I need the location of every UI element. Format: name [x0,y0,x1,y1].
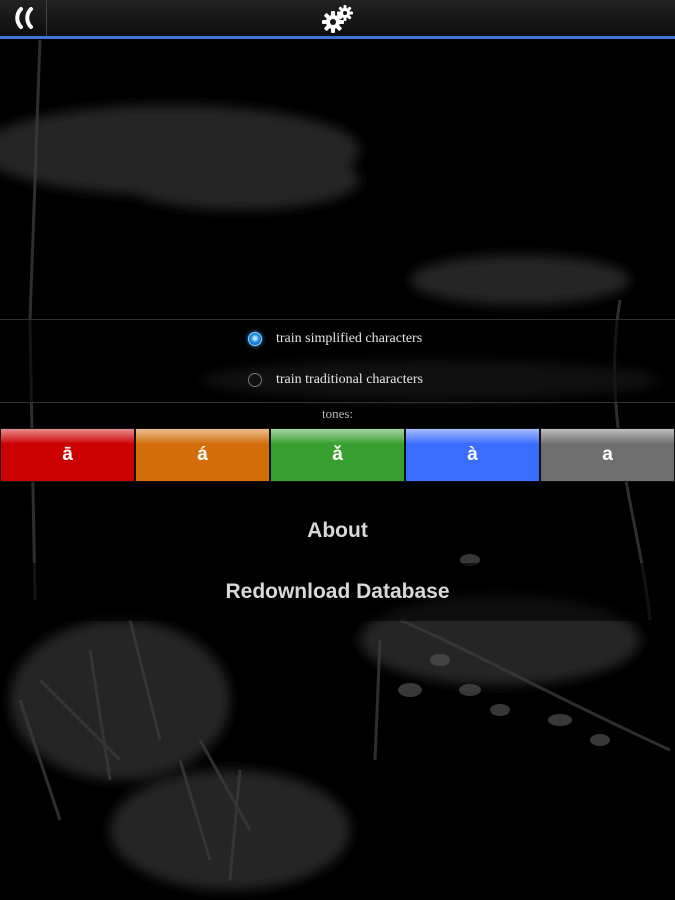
simplified-option-label: train simplified characters [276,331,423,346]
traditional-radio[interactable] [248,373,262,387]
gears-icon [322,5,353,33]
tones-label: tones: [321,406,354,421]
tone-3-button[interactable]: ǎ [270,428,405,482]
double-chevron-left-icon [15,7,33,29]
top-toolbar [0,0,675,39]
redownload-database-button[interactable]: Redownload Database [0,563,675,621]
traditional-option[interactable]: train traditional characters [248,368,423,392]
about-button[interactable]: About [0,502,675,560]
tone-color-bar: ā á ǎ à a [0,428,675,482]
simplified-option[interactable]: train simplified characters [248,327,422,351]
tone-1-button[interactable]: ā [0,428,135,482]
neutral-tone-button[interactable]: a [540,428,675,482]
simplified-radio[interactable] [248,332,262,346]
tone-2-button[interactable]: á [135,428,270,482]
back-button[interactable] [0,0,47,36]
traditional-option-label: train traditional characters [276,372,423,387]
settings-button[interactable] [318,4,358,34]
tone-4-button[interactable]: à [405,428,540,482]
